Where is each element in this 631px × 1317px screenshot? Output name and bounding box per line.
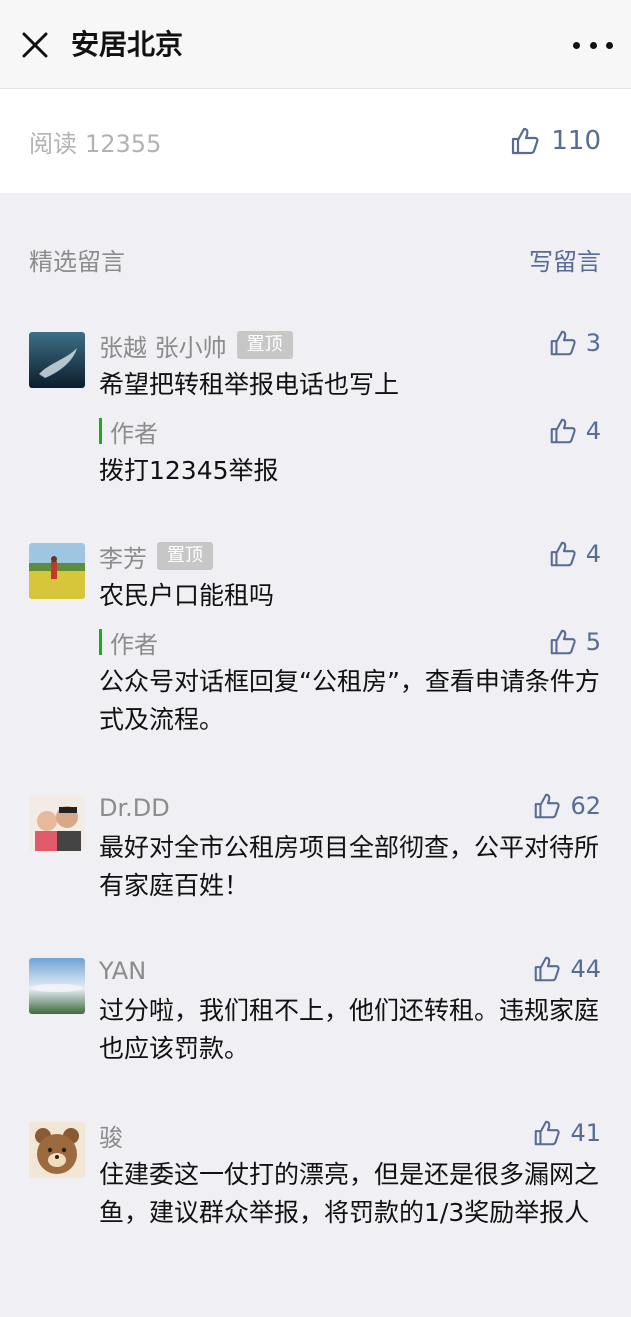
thumbs-up-icon [535,1120,561,1146]
article-stats: 阅读 12355 110 [0,89,631,193]
commenter-name: 李芳 [99,544,147,573]
write-comment-button[interactable]: 写留言 [529,246,601,278]
reply-text: 拨打12345举报 [99,456,279,485]
commenter-name: 骏 [99,1123,123,1152]
comment-text: 住建委这一仗打的漂亮，但是还是很多漏网之鱼，建议群众举报，将罚款的1/3奖励举报… [99,1160,600,1227]
commenter-name: 张越 张小帅 [99,333,227,362]
commenter-name: Dr.DD [99,794,170,822]
reply-like-button[interactable]: 5 [548,627,601,657]
section-title: 精选留言 [29,248,125,276]
thumbs-up-icon [550,418,576,444]
comment-like-button[interactable]: 3 [548,328,601,358]
author-bar [99,629,102,655]
avatar[interactable] [29,795,85,851]
top-bar: 安居北京 [0,0,631,89]
avatar[interactable] [29,332,85,388]
like-count: 44 [570,955,601,983]
comment-like-button[interactable]: 44 [532,954,601,984]
avatar[interactable] [29,1122,85,1178]
comment-text: 农民户口能租吗 [99,581,275,610]
author-reply: 作者 公众号对话框回复“公租房”，查看申请条件方式及流程。 [99,625,601,739]
like-count: 4 [585,540,601,568]
pinned-badge: 置顶 [236,331,293,359]
reply-text: 公众号对话框回复“公租房”，查看申请条件方式及流程。 [99,667,600,734]
author-bar [99,418,102,444]
read-label: 阅读 [29,130,77,158]
more-icon[interactable] [573,28,613,62]
thumbs-up-icon [550,629,576,655]
commenter-name: YAN [99,957,147,985]
reply-like-button[interactable]: 4 [548,416,601,446]
pinned-badge: 置顶 [157,542,213,570]
like-count: 62 [570,792,601,820]
avatar[interactable] [29,543,85,599]
page-title: 安居北京 [71,28,184,61]
like-count: 41 [570,1119,601,1147]
close-icon[interactable] [16,26,54,64]
read-count: 阅读 12355 [29,129,161,159]
article-like-button[interactable]: 110 [509,125,601,157]
avatar[interactable] [29,958,85,1014]
like-count: 3 [585,329,601,357]
comment-text: 最好对全市公租房项目全部彻查，公平对待所有家庭百姓！ [99,833,600,900]
read-number: 12355 [85,130,162,158]
like-count: 4 [585,417,601,445]
comment-like-button[interactable]: 62 [532,791,601,821]
author-reply: 作者 拨打12345举报 [99,414,601,490]
author-label: 作者 [110,419,158,448]
thumbs-up-icon [512,127,539,155]
like-count: 5 [585,628,601,656]
article-like-count: 110 [551,126,601,156]
comment-like-button[interactable]: 4 [548,539,601,569]
comment-text: 过分啦，我们租不上，他们还转租。违规家庭也应该罚款。 [99,996,600,1063]
comment-text: 希望把转租举报电话也写上 [99,370,400,399]
thumbs-up-icon [550,541,576,567]
thumbs-up-icon [535,956,561,982]
comment-like-button[interactable]: 41 [532,1118,601,1148]
thumbs-up-icon [535,793,561,819]
thumbs-up-icon [550,330,576,356]
author-label: 作者 [110,630,158,659]
